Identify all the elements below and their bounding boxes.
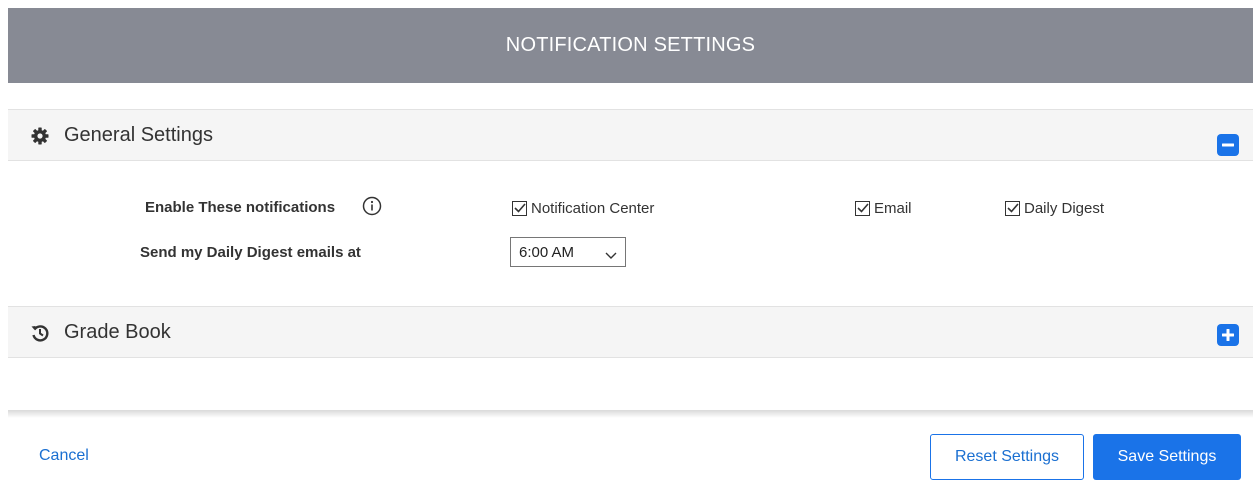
daily-digest-label: Daily Digest [1024, 200, 1105, 217]
grade-book-title: Grade Book [64, 321, 171, 343]
notification-center-checkbox[interactable]: Notification Center [512, 200, 654, 217]
chevron-down-icon [605, 247, 617, 264]
digest-time-value: 6:00 AM [519, 243, 575, 261]
general-settings-header[interactable]: General Settings [8, 109, 1253, 161]
daily-digest-checkbox[interactable]: Daily Digest [1005, 200, 1104, 217]
info-icon[interactable] [362, 196, 382, 216]
footer-divider [8, 410, 1253, 418]
history-icon [30, 323, 50, 343]
expand-grade-book-button[interactable] [1217, 324, 1239, 346]
checkbox-icon[interactable] [1005, 201, 1020, 216]
page-title: NOTIFICATION SETTINGS [505, 34, 756, 56]
checkbox-icon[interactable] [855, 201, 870, 216]
save-settings-button[interactable]: Save Settings [1093, 434, 1241, 480]
grade-book-header[interactable]: Grade Book [8, 306, 1253, 358]
page-header: NOTIFICATION SETTINGS [8, 8, 1253, 83]
collapse-general-button[interactable] [1217, 134, 1239, 156]
gear-icon [30, 126, 50, 146]
digest-time-label: Send my Daily Digest emails at [140, 244, 361, 261]
reset-settings-button[interactable]: Reset Settings [930, 434, 1084, 480]
checkbox-icon[interactable] [512, 201, 527, 216]
notification-center-label: Notification Center [531, 200, 655, 217]
email-label: Email [874, 200, 912, 217]
general-settings-title: General Settings [64, 124, 213, 146]
minus-square-icon [1222, 143, 1234, 147]
enable-notifications-label: Enable These notifications [145, 199, 336, 216]
digest-time-select[interactable]: 6:00 AM [510, 237, 626, 267]
email-checkbox[interactable]: Email [855, 200, 912, 217]
plus-square-icon [1222, 329, 1234, 341]
cancel-link[interactable]: Cancel [39, 447, 89, 465]
